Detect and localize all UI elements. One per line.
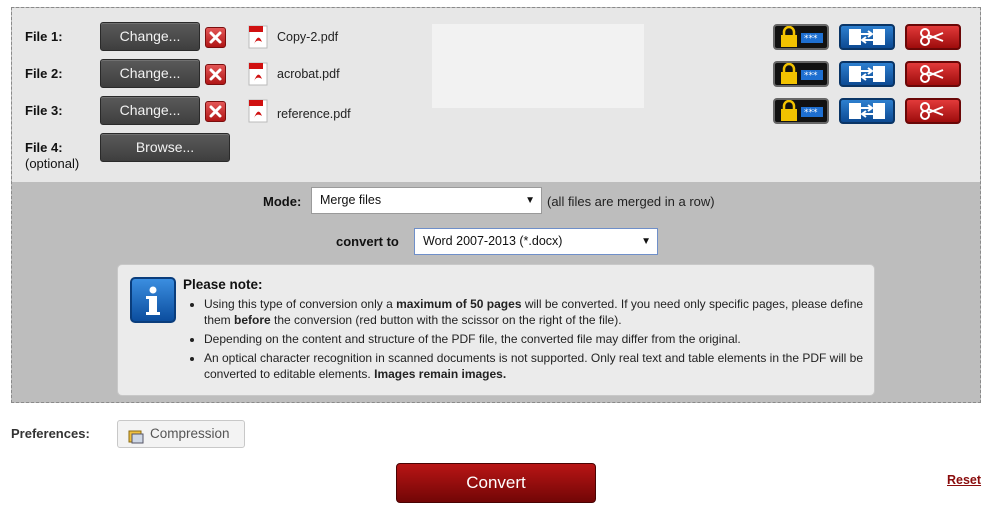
note-item: Depending on the content and structure o… (204, 331, 873, 347)
page-order-icon[interactable] (839, 98, 895, 124)
convert-to-select[interactable]: Word 2007-2013 (*.docx) ▼ (414, 228, 658, 255)
file-2-label: File 2: (25, 66, 63, 81)
mode-select-value: Merge files (320, 193, 382, 207)
note-item-bold: maximum of 50 pages (396, 297, 522, 311)
compression-label: Compression (150, 426, 230, 441)
note-item: Using this type of conversion only a max… (204, 296, 873, 328)
svg-text:***: *** (804, 108, 818, 118)
note-item-bold: Images remain images. (374, 367, 507, 381)
pdf-file-icon (248, 99, 270, 123)
change-file-3-button[interactable]: Change... (100, 96, 200, 125)
pdf-file-icon (248, 25, 270, 49)
file-1-label: File 1: (25, 29, 63, 44)
reset-link[interactable]: Reset (947, 473, 981, 487)
file-1-name: Copy-2.pdf (277, 30, 339, 44)
conversion-panel: File 1: Change... Copy-2.pdf File 2: Cha… (11, 7, 981, 403)
convert-to-select-value: Word 2007-2013 (*.docx) (423, 234, 563, 248)
file-2-name: acrobat.pdf (277, 67, 340, 81)
pdf-file-icon (248, 62, 270, 86)
file-4-label: File 4: (optional) (25, 140, 79, 171)
file-list: File 1: Change... Copy-2.pdf File 2: Cha… (12, 8, 980, 182)
change-file-2-button[interactable]: Change... (100, 59, 200, 88)
convert-to-label: convert to (336, 234, 399, 249)
file-4-optional: (optional) (25, 156, 80, 171)
password-lock-icon[interactable]: *** (773, 98, 829, 124)
note-item: An optical character recognition in scan… (204, 350, 873, 382)
note-list: Using this type of conversion only a max… (183, 296, 873, 385)
password-lock-icon[interactable]: *** (773, 61, 829, 87)
preferences-label: Preferences: (11, 426, 90, 441)
close-icon[interactable] (205, 64, 226, 85)
chevron-down-icon: ▼ (641, 236, 651, 247)
note-item-text: An optical character recognition in scan… (204, 351, 864, 381)
blurred-area (432, 24, 644, 108)
note-item-text: Using this type of conversion only a (204, 297, 397, 311)
note-item-text: Depending on the content and structure o… (204, 332, 741, 346)
file-3-name: reference.pdf (277, 107, 351, 121)
scissors-icon[interactable] (905, 98, 961, 124)
file-4-label-text: File 4: (25, 140, 63, 155)
compression-icon (128, 427, 144, 444)
change-file-1-button[interactable]: Change... (100, 22, 200, 51)
note-title: Please note: (183, 277, 263, 292)
note-item-text: the conversion (red button with the scis… (270, 313, 622, 327)
page-order-icon[interactable] (839, 24, 895, 50)
password-lock-icon[interactable]: *** (773, 24, 829, 50)
svg-text:***: *** (804, 34, 818, 44)
compression-button[interactable]: Compression (117, 420, 245, 448)
note-item-bold: before (234, 313, 271, 327)
note-box: Please note: Using this type of conversi… (117, 264, 875, 396)
scissors-icon[interactable] (905, 61, 961, 87)
scissors-icon[interactable] (905, 24, 961, 50)
mode-hint: (all files are merged in a row) (547, 194, 715, 209)
svg-text:***: *** (804, 71, 818, 81)
close-icon[interactable] (205, 27, 226, 48)
convert-button[interactable]: Convert (396, 463, 596, 503)
close-icon[interactable] (205, 101, 226, 122)
chevron-down-icon: ▼ (525, 195, 535, 206)
info-icon (130, 277, 176, 323)
browse-file-4-button[interactable]: Browse... (100, 133, 230, 162)
file-3-label: File 3: (25, 103, 63, 118)
page-order-icon[interactable] (839, 61, 895, 87)
mode-label: Mode: (263, 194, 302, 209)
mode-select[interactable]: Merge files ▼ (311, 187, 542, 214)
